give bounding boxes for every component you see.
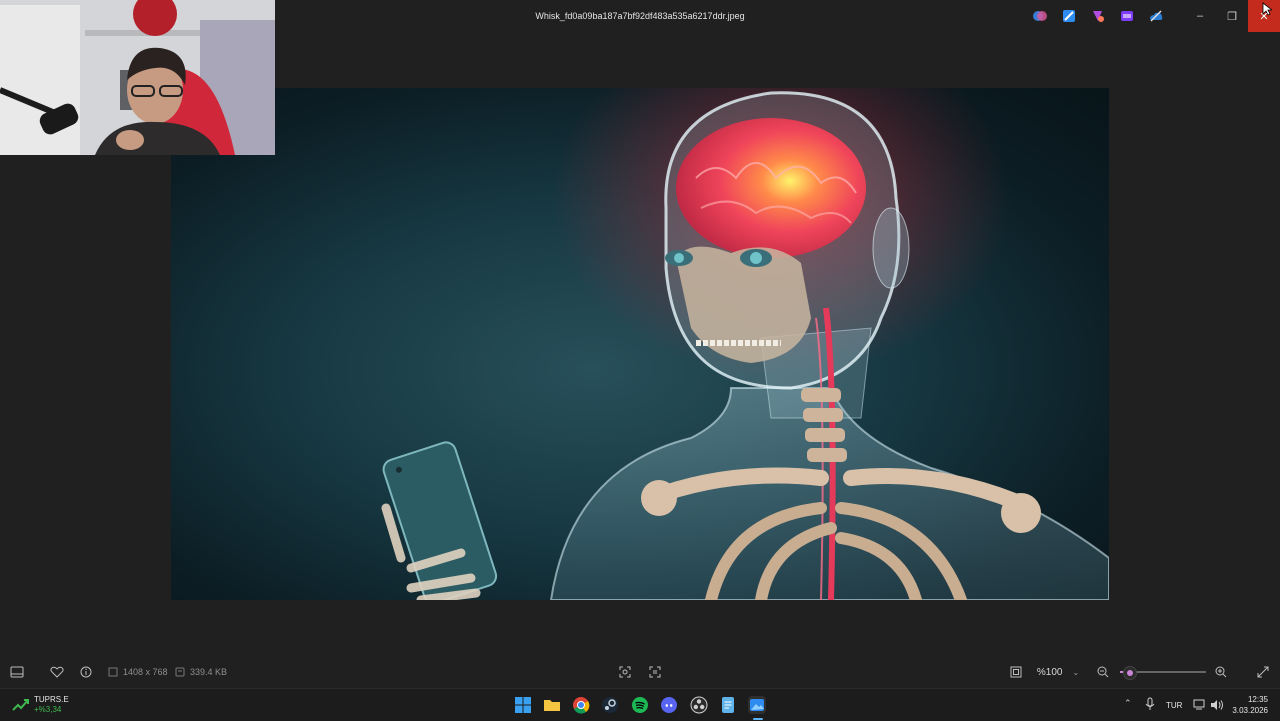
favorite-button[interactable] — [48, 657, 66, 687]
photos-button[interactable] — [748, 696, 766, 714]
fit-window-icon — [1010, 666, 1022, 678]
discord-button[interactable] — [660, 696, 678, 714]
zoom-in-button[interactable] — [1213, 657, 1229, 687]
zoom-slider[interactable] — [1118, 657, 1208, 687]
viewer-toolbar: 1408 x 768 339.4 KB %100 ⌄ — [0, 657, 1280, 687]
filmstrip-icon — [10, 666, 24, 678]
info-icon — [80, 666, 92, 678]
volume-icon[interactable] — [1210, 698, 1224, 716]
stock-up-icon — [12, 699, 29, 711]
file-explorer-button[interactable] — [543, 696, 561, 714]
steam-icon — [602, 697, 618, 713]
webcam-feed — [0, 0, 275, 155]
spotify-icon — [632, 697, 648, 713]
xray-skeleton-illustration — [381, 88, 1109, 600]
fullscreen-button[interactable] — [1254, 657, 1272, 687]
displayed-image[interactable] — [171, 88, 1109, 600]
stock-symbol: TUPRS.E — [34, 695, 69, 704]
steam-button[interactable] — [601, 696, 619, 714]
mouse-cursor — [1262, 2, 1274, 21]
image-dimensions: 1408 x 768 — [123, 667, 168, 677]
file-size-icon — [174, 657, 186, 687]
zoom-slider-track — [1120, 666, 1206, 680]
chrome-icon — [573, 697, 590, 714]
zoom-out-icon — [1097, 666, 1109, 678]
text-scan-icon — [649, 666, 661, 678]
microphone-icon[interactable] — [1144, 697, 1156, 716]
file-info-button[interactable] — [77, 657, 95, 687]
onedrive-icon[interactable] — [1148, 8, 1164, 24]
zoom-slider-thumb[interactable] — [1122, 666, 1137, 680]
designer-icon[interactable] — [1090, 8, 1106, 24]
webcam-overlay — [0, 0, 275, 155]
chevron-down-icon: ⌄ — [1072, 667, 1080, 677]
language-indicator[interactable]: TUR — [1166, 701, 1182, 710]
image-file-size: 339.4 KB — [190, 667, 228, 677]
obs-button[interactable] — [690, 696, 708, 714]
zoom-in-icon — [1215, 666, 1227, 678]
start-button[interactable] — [514, 696, 532, 714]
chrome-button[interactable] — [572, 696, 590, 714]
obs-icon — [690, 696, 708, 714]
zoom-dropdown[interactable]: %100 ⌄ — [1033, 657, 1083, 687]
minimize-button[interactable]: – — [1184, 0, 1216, 32]
notepad-icon — [722, 697, 734, 713]
taskbar: TUPRS.E +%3,34 ⌃ TUR 12:35 3.03.2026 — [0, 688, 1280, 721]
clock-date: 3.03.2026 — [1232, 706, 1268, 715]
photos-edit-icon[interactable] — [1061, 8, 1077, 24]
spotify-button[interactable] — [631, 696, 649, 714]
visual-search-icon — [619, 666, 631, 678]
title-app-icons — [1032, 8, 1164, 24]
discord-icon — [661, 697, 677, 713]
windows-logo-icon — [515, 697, 531, 713]
heart-icon — [50, 666, 64, 678]
stock-widget[interactable]: TUPRS.E +%3,34 — [12, 695, 69, 715]
chevron-up-icon[interactable]: ⌃ — [1124, 698, 1132, 709]
notepad-button[interactable] — [719, 696, 737, 714]
stock-change: +%3,34 — [34, 705, 62, 714]
expand-icon — [1257, 666, 1269, 678]
filmstrip-button[interactable] — [8, 657, 26, 687]
restore-button[interactable]: ❐ — [1216, 0, 1248, 32]
visual-search-button[interactable] — [616, 657, 634, 687]
clock[interactable]: 12:35 3.03.2026 — [1232, 694, 1268, 716]
folder-icon — [544, 700, 560, 711]
text-recognition-button[interactable] — [646, 657, 664, 687]
photos-icon — [750, 699, 764, 711]
clock-time: 12:35 — [1247, 695, 1268, 704]
network-icon[interactable] — [1193, 698, 1207, 716]
fit-to-window-button[interactable] — [1007, 657, 1025, 687]
copilot-icon[interactable] — [1032, 8, 1048, 24]
clipchamp-icon[interactable] — [1119, 8, 1135, 24]
dimensions-icon — [107, 657, 119, 687]
zoom-out-button[interactable] — [1095, 657, 1111, 687]
zoom-value: %100 — [1036, 666, 1063, 678]
